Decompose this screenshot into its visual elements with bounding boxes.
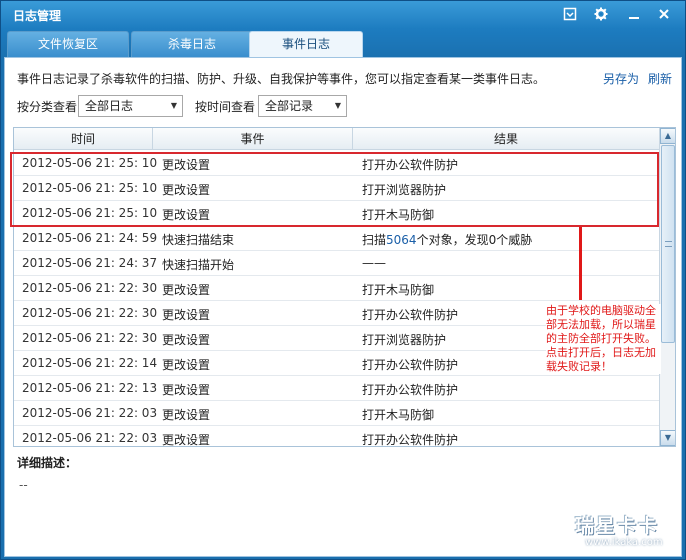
- cell-result-count: 5064: [386, 233, 417, 247]
- chevron-down-icon: ▼: [334, 101, 341, 110]
- column-header-event[interactable]: 事件: [153, 128, 353, 150]
- cell-event: 更改设置: [162, 308, 211, 322]
- minimize-to-tray-icon[interactable]: [562, 7, 578, 23]
- save-as-link[interactable]: 另存为: [603, 70, 639, 87]
- cell-time: 2012-05-06 21: 25: 10: [22, 181, 158, 195]
- tab-event-log[interactable]: 事件日志: [249, 31, 363, 58]
- cell-result: 打开办公软件防护: [362, 383, 459, 397]
- cell-result: 打开木马防御: [362, 283, 435, 297]
- scroll-up-icon[interactable]: ▲: [660, 128, 675, 144]
- cell-event: 更改设置: [162, 333, 211, 347]
- cell-time: 2012-05-06 21: 22: 14: [22, 356, 158, 370]
- window-title: 日志管理: [13, 9, 62, 23]
- tab-file-recovery[interactable]: 文件恢复区: [7, 31, 129, 57]
- cell-time: 2012-05-06 21: 25: 10: [22, 156, 158, 170]
- table-row[interactable]: 2012-05-06 21: 24: 59 快速扫描结束 扫描5064个对象，发现0…: [14, 226, 659, 251]
- cell-time: 2012-05-06 21: 22: 03: [22, 431, 158, 445]
- cell-result: 打开浏览器防护: [362, 333, 447, 347]
- cell-result: 打开木马防御: [362, 408, 435, 422]
- cell-result: 打开木马防御: [362, 208, 435, 222]
- refresh-link[interactable]: 刷新: [648, 70, 672, 87]
- scroll-down-icon[interactable]: ▼: [660, 430, 675, 446]
- cell-time: 2012-05-06 21: 24: 59: [22, 231, 158, 245]
- table-row[interactable]: 2012-05-06 21: 22: 30 更改设置 打开木马防御: [14, 276, 659, 301]
- cell-event: 更改设置: [162, 408, 211, 422]
- table-row[interactable]: 2012-05-06 21: 25: 10 更改设置 打开浏览器防护: [14, 176, 659, 201]
- watermark-url: www.ikaka.com: [585, 537, 663, 548]
- cell-result-prefix: 扫描: [362, 233, 387, 247]
- cell-result: 打开办公软件防护: [362, 358, 459, 372]
- cell-event: 更改设置: [162, 283, 211, 297]
- minimize-icon[interactable]: [626, 7, 642, 23]
- close-icon[interactable]: [656, 7, 672, 23]
- table-header: 时间 事件 结果: [14, 128, 659, 150]
- cell-event: 更改设置: [162, 183, 211, 197]
- table-row[interactable]: 2012-05-06 21: 22: 03 更改设置 打开办公软件防护: [14, 426, 659, 447]
- cell-result: 打开办公软件防护: [362, 433, 459, 447]
- cell-time: 2012-05-06 21: 22: 03: [22, 406, 158, 420]
- cell-event: 更改设置: [162, 358, 211, 372]
- cell-event: 更改设置: [162, 383, 211, 397]
- detail-label: 详细描述：: [17, 456, 78, 470]
- log-manager-window: 日志管理 文件恢复区 杀毒日志 事件日志 事件日志记录了杀毒软件的扫描、防护、升…: [0, 0, 686, 560]
- cell-event: 更改设置: [162, 208, 211, 222]
- time-select[interactable]: 全部记录 ▼: [258, 95, 347, 117]
- cell-time: 2012-05-06 21: 24: 37: [22, 256, 158, 270]
- category-select-value: 全部日志: [85, 99, 134, 113]
- category-filter-label: 按分类查看: [17, 100, 78, 114]
- scroll-thumb[interactable]: [661, 145, 675, 343]
- cell-time: 2012-05-06 21: 25: 10: [22, 206, 158, 220]
- watermark-logo: 瑞星卡卡 www.ikaka.com: [561, 511, 679, 551]
- cell-result: 扫描5064个对象，发现0个威胁: [362, 231, 532, 248]
- cell-time: 2012-05-06 21: 22: 30: [22, 281, 158, 295]
- vertical-scrollbar[interactable]: ▲ ▼: [659, 128, 675, 446]
- grip-icon: [665, 241, 672, 247]
- chevron-down-icon: ▼: [170, 101, 177, 110]
- page-description: 事件日志记录了杀毒软件的扫描、防护、升级、自我保护等事件，您可以指定查看某一类事…: [17, 72, 546, 86]
- cell-time: 2012-05-06 21: 22: 30: [22, 331, 158, 345]
- table-row[interactable]: 2012-05-06 21: 25: 10 更改设置 打开办公软件防护: [14, 151, 659, 176]
- cell-result: 打开办公软件防护: [362, 308, 459, 322]
- cell-event: 更改设置: [162, 158, 211, 172]
- watermark-brand: 瑞星卡卡: [575, 515, 660, 537]
- cell-event: 更改设置: [162, 433, 211, 447]
- tab-antivirus-log[interactable]: 杀毒日志: [131, 31, 253, 57]
- cell-result: 打开办公软件防护: [362, 158, 459, 172]
- category-select[interactable]: 全部日志 ▼: [78, 95, 183, 117]
- time-filter-label: 按时间查看: [195, 100, 256, 114]
- cell-result: ——: [362, 256, 386, 270]
- cell-event: 快速扫描开始: [162, 258, 235, 272]
- event-log-table: 时间 事件 结果 2012-05-06 21: 25: 10 更改设置 打开办公软件…: [13, 127, 676, 447]
- annotation-note: 由于学校的电脑驱动全部无法加载，所以瑞星的主防全部打开失败。点击打开后，日志无加…: [546, 304, 661, 374]
- cell-time: 2012-05-06 21: 22: 13: [22, 381, 158, 395]
- cell-time: 2012-05-06 21: 22: 30: [22, 306, 158, 320]
- column-header-result[interactable]: 结果: [353, 128, 659, 150]
- table-row[interactable]: 2012-05-06 21: 22: 03 更改设置 打开木马防御: [14, 401, 659, 426]
- detail-value: --: [19, 478, 28, 492]
- gear-icon[interactable]: [593, 7, 609, 23]
- cell-result-suffix: 个对象，发现0个威胁: [416, 233, 533, 247]
- table-row[interactable]: 2012-05-06 21: 24: 37 快速扫描开始 ——: [14, 251, 659, 276]
- cell-result: 打开浏览器防护: [362, 183, 447, 197]
- table-row[interactable]: 2012-05-06 21: 22: 13 更改设置 打开办公软件防护: [14, 376, 659, 401]
- annotation-pointer-line: [579, 227, 582, 300]
- title-bar: 日志管理: [1, 1, 685, 29]
- column-header-time[interactable]: 时间: [14, 128, 153, 150]
- time-select-value: 全部记录: [265, 99, 314, 113]
- table-row[interactable]: 2012-05-06 21: 25: 10 更改设置 打开木马防御: [14, 201, 659, 226]
- cell-event: 快速扫描结束: [162, 233, 235, 247]
